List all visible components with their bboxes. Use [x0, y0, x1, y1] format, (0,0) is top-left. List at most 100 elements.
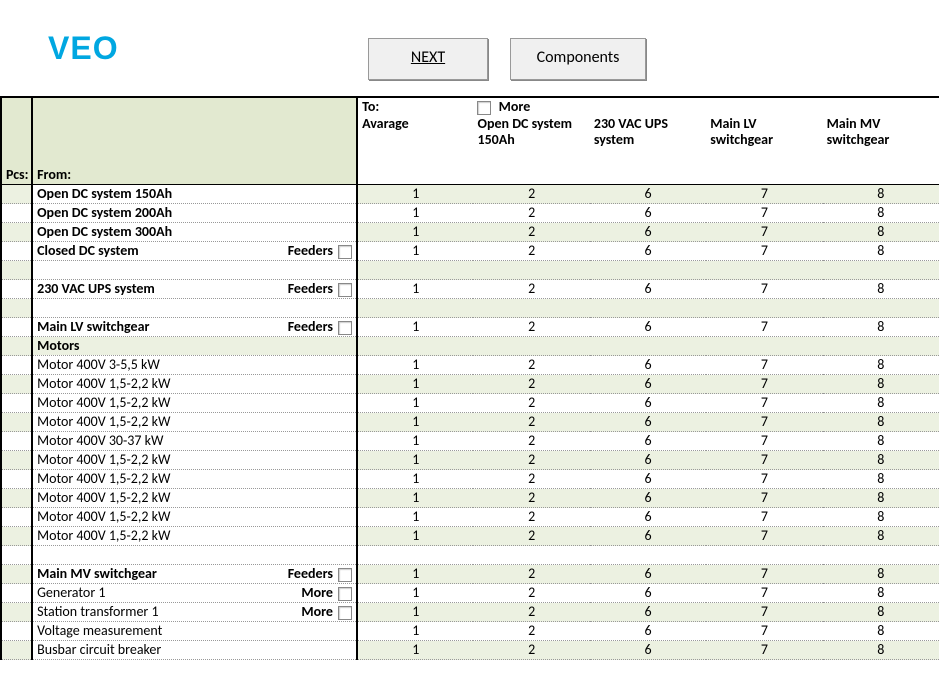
value-cell: 8: [823, 508, 939, 527]
value-cell: [706, 299, 822, 318]
value-cell: [590, 337, 706, 356]
value-cell: [357, 299, 473, 318]
value-cell: 8: [823, 204, 939, 223]
table-row: Motor 400V 1,5-2,2 kW12678: [1, 489, 939, 508]
value-cell: 2: [473, 185, 589, 204]
value-cell: 8: [823, 584, 939, 603]
row-label: Generator 1: [37, 584, 105, 601]
pcs-cell[interactable]: [1, 546, 32, 565]
value-cell: 6: [590, 185, 706, 204]
feeders-checkbox[interactable]: [338, 321, 352, 335]
value-cell: [590, 261, 706, 280]
value-cell: 1: [357, 584, 473, 603]
pcs-cell[interactable]: [1, 223, 32, 242]
value-cell: 2: [473, 565, 589, 584]
pcs-cell[interactable]: [1, 337, 32, 356]
pcs-cell[interactable]: [1, 451, 32, 470]
more-checkbox[interactable]: [338, 606, 352, 620]
value-cell: 7: [706, 584, 822, 603]
value-cell: 6: [590, 470, 706, 489]
value-cell: [357, 261, 473, 280]
pcs-cell[interactable]: [1, 185, 32, 204]
feeders-checkbox[interactable]: [338, 283, 352, 297]
from-cell: Busbar circuit breaker: [32, 641, 357, 660]
value-cell: [706, 546, 822, 565]
components-button[interactable]: Components: [510, 38, 646, 80]
row-label: Closed DC system: [37, 242, 139, 259]
table-row: Open DC system 300Ah12678: [1, 223, 939, 242]
pcs-cell[interactable]: [1, 261, 32, 280]
value-cell: 1: [357, 527, 473, 546]
value-cell: 6: [590, 565, 706, 584]
pcs-cell[interactable]: [1, 204, 32, 223]
pcs-cell[interactable]: [1, 413, 32, 432]
value-cell: 2: [473, 603, 589, 622]
pcs-cell[interactable]: [1, 565, 32, 584]
pcs-cell[interactable]: [1, 603, 32, 622]
value-cell: 6: [590, 451, 706, 470]
value-cell: 8: [823, 603, 939, 622]
value-cell: 6: [590, 356, 706, 375]
value-cell: 8: [823, 527, 939, 546]
value-cell: 2: [473, 242, 589, 261]
table-row: Motor 400V 1,5-2,2 kW12678: [1, 375, 939, 394]
col-header-4: Main MV switchgear: [823, 116, 939, 166]
value-cell: 1: [357, 223, 473, 242]
from-cell: Motor 400V 1,5-2,2 kW: [32, 527, 357, 546]
pcs-cell[interactable]: [1, 470, 32, 489]
pcs-cell[interactable]: [1, 356, 32, 375]
value-cell: 2: [473, 413, 589, 432]
pcs-cell[interactable]: [1, 622, 32, 641]
value-cell: 7: [706, 565, 822, 584]
table-row: Generator 1More 12678: [1, 584, 939, 603]
table-row: Motor 400V 1,5-2,2 kW12678: [1, 527, 939, 546]
feeders-checkbox[interactable]: [338, 245, 352, 259]
value-cell: 7: [706, 204, 822, 223]
from-cell: Generator 1 More: [32, 584, 357, 603]
pcs-cell[interactable]: [1, 432, 32, 451]
value-cell: 6: [590, 394, 706, 413]
from-cell: Motor 400V 30-37 kW: [32, 432, 357, 451]
row-label: Motor 400V 1,5-2,2 kW: [37, 375, 170, 392]
feeders-checkbox[interactable]: [338, 568, 352, 582]
header-more[interactable]: More: [473, 97, 589, 116]
row-label: Open DC system 150Ah: [37, 185, 172, 202]
header-pcs-blank: [1, 97, 32, 116]
value-cell: 1: [357, 242, 473, 261]
value-cell: 6: [590, 375, 706, 394]
pcs-cell[interactable]: [1, 318, 32, 337]
row-label: Motor 400V 1,5-2,2 kW: [37, 527, 170, 544]
next-button[interactable]: NEXT: [368, 38, 488, 80]
header-from-blank: [32, 97, 357, 116]
feeders-label: Feeders: [288, 242, 336, 259]
value-cell: 2: [473, 508, 589, 527]
more-flag: More: [301, 584, 352, 601]
row-label: Voltage measurement: [37, 622, 162, 639]
pcs-cell[interactable]: [1, 299, 32, 318]
row-label: Station transformer 1: [37, 603, 158, 620]
pcs-cell[interactable]: [1, 584, 32, 603]
value-cell: 1: [357, 413, 473, 432]
table-row: Closed DC systemFeeders 12678: [1, 242, 939, 261]
value-cell: 6: [590, 318, 706, 337]
more-checkbox[interactable]: [477, 101, 491, 115]
value-cell: [706, 337, 822, 356]
pcs-cell[interactable]: [1, 641, 32, 660]
pcs-cell[interactable]: [1, 489, 32, 508]
value-cell: [823, 299, 939, 318]
more-checkbox[interactable]: [338, 587, 352, 601]
pcs-cell[interactable]: [1, 242, 32, 261]
pcs-cell[interactable]: [1, 508, 32, 527]
from-cell: Open DC system 200Ah: [32, 204, 357, 223]
value-cell: 8: [823, 318, 939, 337]
pcs-cell[interactable]: [1, 394, 32, 413]
value-cell: [357, 337, 473, 356]
value-cell: 7: [706, 451, 822, 470]
value-cell: [823, 261, 939, 280]
pcs-cell[interactable]: [1, 527, 32, 546]
table-row: Station transformer 1More 12678: [1, 603, 939, 622]
value-cell: 2: [473, 584, 589, 603]
feeders-label: Feeders: [288, 318, 336, 335]
pcs-cell[interactable]: [1, 375, 32, 394]
pcs-cell[interactable]: [1, 280, 32, 299]
